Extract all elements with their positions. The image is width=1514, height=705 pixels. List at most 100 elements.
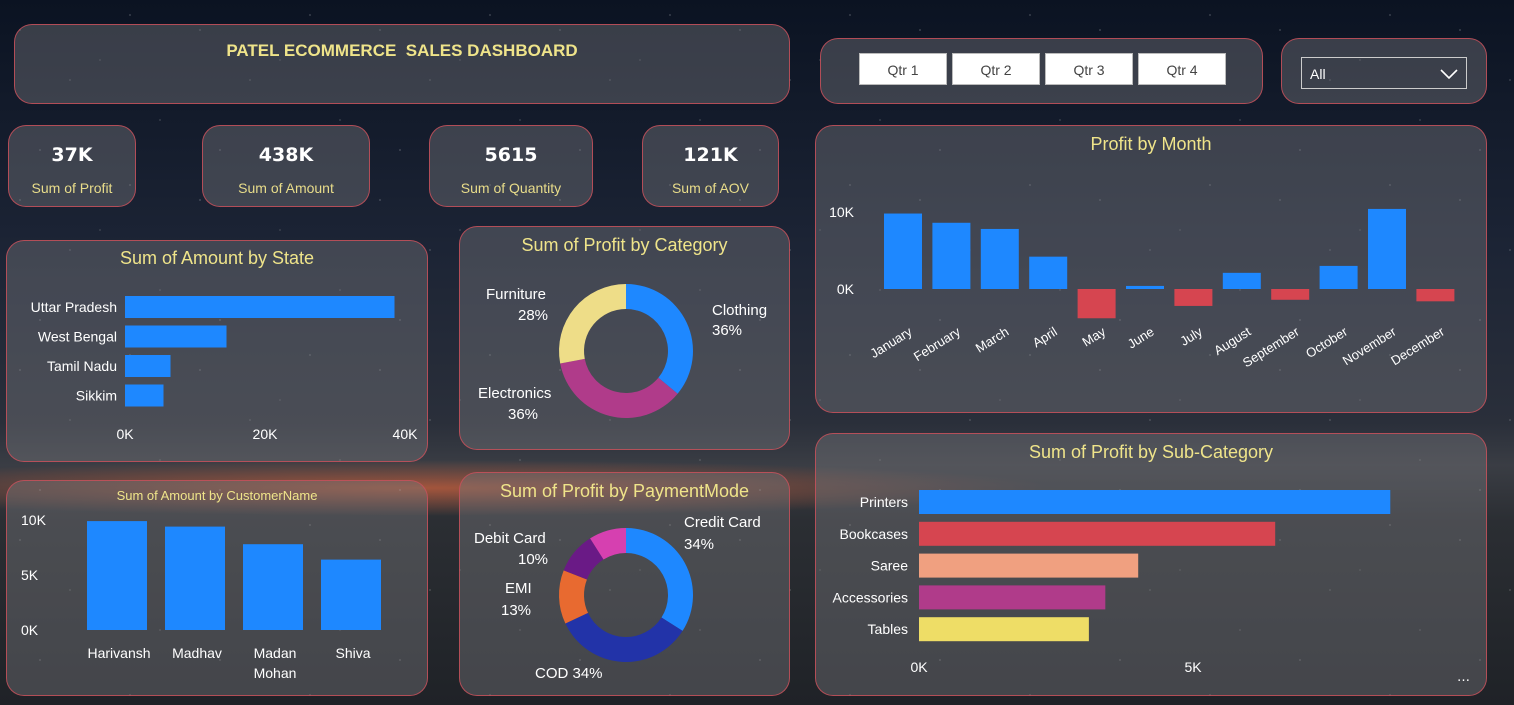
dashboard-title: PATEL ECOMMERCE SALES DASHBOARD — [226, 41, 578, 60]
slice-label: Clothing — [712, 302, 767, 319]
amount-by-state-chart: Uttar Pradesh West Bengal Tamil Nadu Sikkim… — [31, 296, 419, 442]
profit-by-subcategory-panel: Sum of Profit by Sub-Category Printers Bo… — [815, 433, 1487, 696]
category-label: Bookcases — [840, 526, 908, 542]
donut-slice — [626, 284, 693, 394]
bar — [1222, 272, 1261, 289]
bar — [125, 296, 395, 318]
category-label: March — [973, 324, 1012, 356]
kpi-label: Sum of AOV — [671, 180, 750, 196]
bar — [1368, 208, 1406, 289]
qtr2-button[interactable]: Qtr 2 — [952, 53, 1040, 85]
qtr4-button[interactable]: Qtr 4 — [1138, 53, 1226, 85]
bar — [932, 222, 971, 289]
profit-by-subcategory-chart: Printers Bookcases Saree Accessories Tables 0… — [833, 490, 1391, 675]
tick-label: 10K — [829, 204, 855, 220]
category-label: Harivansh — [87, 645, 150, 661]
chevron-down-icon — [1440, 69, 1458, 80]
profit-by-month-panel: Profit by Month 0K 10K January February Marc… — [815, 125, 1487, 413]
tick-label: 0K — [116, 426, 134, 442]
slice-percent: 36% — [712, 322, 742, 339]
tick-label: 40K — [393, 426, 419, 442]
profit-by-category-chart: Clothing 36% Electronics 36% Furniture 28% — [478, 284, 767, 423]
amount-by-state-panel: Sum of Amount by State Uttar Pradesh West… — [6, 240, 428, 462]
bar — [125, 325, 227, 348]
category-label: June — [1125, 324, 1157, 352]
category-label: Printers — [860, 494, 908, 510]
profit-by-category-panel: Sum of Profit by Category Clothing 36% Ele… — [459, 226, 790, 450]
category-label: November — [1340, 323, 1399, 368]
category-label: Madhav — [172, 645, 222, 661]
kpi-value: 5615 — [484, 144, 538, 166]
bar — [1174, 289, 1213, 306]
kpi-card-profit: 37K Sum of Profit — [8, 125, 136, 207]
filter-dropdown-value: All — [1310, 66, 1326, 82]
qtr3-button[interactable]: Qtr 3 — [1045, 53, 1133, 85]
category-label: Mohan — [254, 665, 297, 681]
bar — [980, 228, 1019, 289]
tick-label: 5K — [1184, 659, 1202, 675]
bar — [919, 521, 1276, 546]
category-label: Tables — [868, 621, 908, 637]
slice-label: COD 34% — [535, 665, 603, 682]
slice-percent: 36% — [508, 406, 538, 423]
bar — [125, 355, 171, 377]
kpi-card-amount: 438K Sum of Amount — [202, 125, 370, 207]
category-label: Uttar Pradesh — [31, 299, 117, 315]
kpi-card-quantity: 5615 Sum of Quantity — [429, 125, 593, 207]
category-label: February — [911, 324, 963, 365]
kpi-value: 438K — [258, 144, 314, 166]
tick-label: 0K — [837, 281, 855, 297]
quarter-slicer-panel: Qtr 1 Qtr 2 Qtr 3 Qtr 4 — [820, 38, 1263, 104]
slice-label: EMI — [505, 580, 532, 597]
tick-label: 5K — [21, 567, 39, 583]
slice-percent: 13% — [501, 602, 531, 619]
slice-percent: 10% — [518, 551, 548, 568]
more-options-icon[interactable]: … — [1457, 670, 1470, 685]
donut-slice — [559, 284, 626, 364]
bar — [919, 490, 1391, 514]
tick-label: 20K — [253, 426, 279, 442]
category-label: Sikkim — [76, 388, 117, 404]
bar — [884, 213, 922, 289]
category-label: April — [1030, 324, 1060, 351]
qtr1-button[interactable]: Qtr 1 — [859, 53, 947, 85]
slice-label: Electronics — [478, 385, 551, 402]
kpi-value: 37K — [51, 144, 93, 166]
category-label: Shiva — [335, 645, 370, 661]
kpi-label: Sum of Quantity — [460, 180, 562, 196]
bar — [321, 559, 381, 630]
bar — [1271, 289, 1310, 300]
slice-percent: 34% — [684, 536, 714, 553]
tick-label: 0K — [910, 659, 928, 675]
category-label: West Bengal — [38, 329, 117, 345]
category-label: Madan — [254, 645, 297, 661]
kpi-label: Sum of Amount — [238, 180, 334, 196]
donut-slice — [560, 358, 678, 418]
profit-by-paymentmode-panel: Sum of Profit by PaymentMode Credit Card… — [459, 472, 790, 696]
category-label: January — [867, 324, 915, 361]
category-label: July — [1177, 324, 1205, 349]
donut-slice — [626, 528, 693, 631]
bar — [1029, 256, 1068, 289]
bar — [919, 553, 1139, 578]
bar — [1319, 265, 1358, 289]
bar — [919, 585, 1106, 610]
tick-label: 0K — [21, 622, 39, 638]
category-label: Tamil Nadu — [47, 358, 117, 374]
slice-label: Credit Card — [684, 514, 761, 531]
kpi-card-aov: 121K Sum of AOV — [642, 125, 779, 207]
bar — [1126, 285, 1164, 289]
bar — [87, 521, 147, 630]
category-label: Accessories — [833, 589, 908, 605]
tick-label: 10K — [21, 512, 47, 528]
filter-dropdown[interactable]: All — [1301, 57, 1467, 89]
kpi-label: Sum of Profit — [31, 180, 113, 196]
bar — [243, 544, 303, 630]
bar — [125, 384, 164, 407]
amount-by-customer-panel: Sum of Amount by CustomerName 0K 5K 10K Har… — [6, 480, 428, 696]
category-label: Saree — [871, 558, 909, 574]
category-label: December — [1388, 323, 1447, 368]
slice-label: Debit Card — [474, 530, 546, 547]
slice-label: Furniture — [486, 286, 546, 303]
bar — [919, 617, 1089, 642]
